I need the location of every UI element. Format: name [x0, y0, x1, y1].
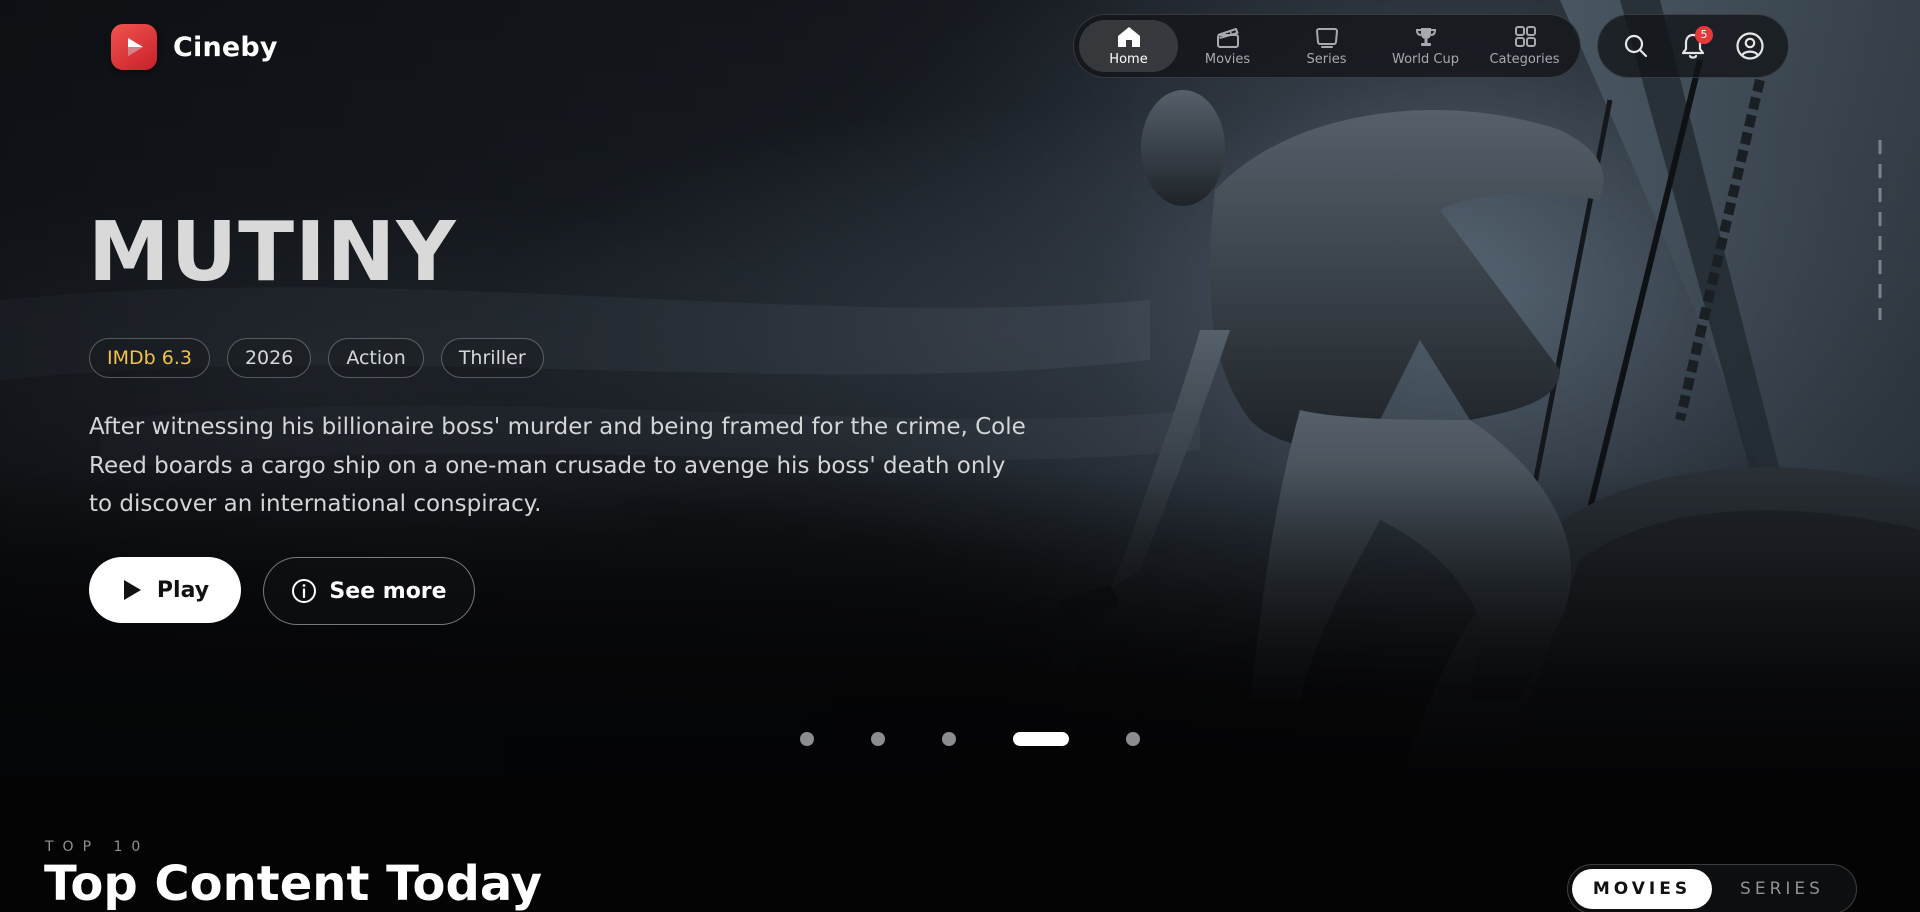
see-more-button-label: See more: [329, 578, 447, 604]
search-button[interactable]: [1616, 26, 1656, 66]
header-actions: 5: [1597, 14, 1789, 78]
carousel-dot-4[interactable]: [1013, 732, 1069, 746]
nav-item-categories[interactable]: Categories: [1475, 20, 1574, 72]
carousel-dot-2[interactable]: [871, 732, 885, 746]
hero-buttons: Play See more: [89, 557, 475, 625]
hero-gradient-overlay: [0, 0, 1920, 780]
nav-label-world-cup: World Cup: [1392, 52, 1459, 67]
nav-item-movies[interactable]: Movies: [1178, 20, 1277, 72]
notification-count-badge: 5: [1694, 26, 1713, 44]
carousel-dot-5[interactable]: [1126, 732, 1140, 746]
play-button-label: Play: [156, 577, 210, 603]
nav-label-series: Series: [1306, 52, 1347, 67]
carousel-dot-1[interactable]: [800, 732, 814, 746]
nav-label-home: Home: [1109, 52, 1148, 67]
play-icon: [111, 24, 157, 70]
genre-badge-thriller: Thriller: [440, 338, 544, 378]
clapperboard-icon: [1216, 28, 1239, 48]
grid-icon: [1514, 26, 1536, 47]
play-button[interactable]: Play: [89, 557, 241, 623]
page: Cineby Home Movies Series World Cup Cate…: [0, 0, 1920, 912]
nav-item-home[interactable]: Home: [1079, 20, 1178, 72]
imdb-rating-badge: IMDb 6.3: [89, 338, 210, 378]
nav-item-world-cup[interactable]: World Cup: [1376, 20, 1475, 72]
home-icon: [1117, 27, 1140, 47]
content-type-toggle: MOVIES SERIES: [1567, 864, 1857, 912]
hero-title: MUTINY: [88, 205, 457, 300]
carousel-dot-3[interactable]: [942, 732, 956, 746]
hero-overview: After witnessing his billionaire boss' m…: [89, 414, 1026, 517]
carousel-pagination: [800, 732, 1140, 746]
info-icon: [292, 579, 317, 603]
main-nav: Home Movies Series World Cup Categories: [1073, 14, 1581, 78]
search-icon: [1625, 34, 1648, 58]
nav-label-categories: Categories: [1489, 52, 1560, 67]
hero-tags: IMDb 6.3 2026 Action Thriller: [89, 338, 544, 378]
nav-label-movies: Movies: [1204, 52, 1251, 67]
nav-item-series[interactable]: Series: [1277, 20, 1376, 72]
notifications-button[interactable]: 5: [1673, 26, 1713, 66]
tv-icon: [1315, 28, 1338, 48]
trophy-icon: [1415, 28, 1436, 46]
brand[interactable]: Cineby: [111, 24, 278, 70]
toggle-series[interactable]: SERIES: [1712, 869, 1852, 909]
section-title: Top Content Today: [44, 856, 543, 912]
brand-name: Cineby: [173, 31, 278, 63]
toggle-movies[interactable]: MOVIES: [1572, 869, 1712, 909]
hero-backdrop: [0, 0, 1920, 780]
user-circle-icon: [1736, 32, 1764, 60]
play-icon: [123, 580, 141, 600]
profile-button[interactable]: [1730, 26, 1770, 66]
section-eyebrow: TOP 10: [45, 839, 150, 855]
year-badge: 2026: [226, 338, 312, 378]
see-more-button[interactable]: See more: [263, 557, 475, 625]
genre-badge-action: Action: [328, 338, 424, 378]
